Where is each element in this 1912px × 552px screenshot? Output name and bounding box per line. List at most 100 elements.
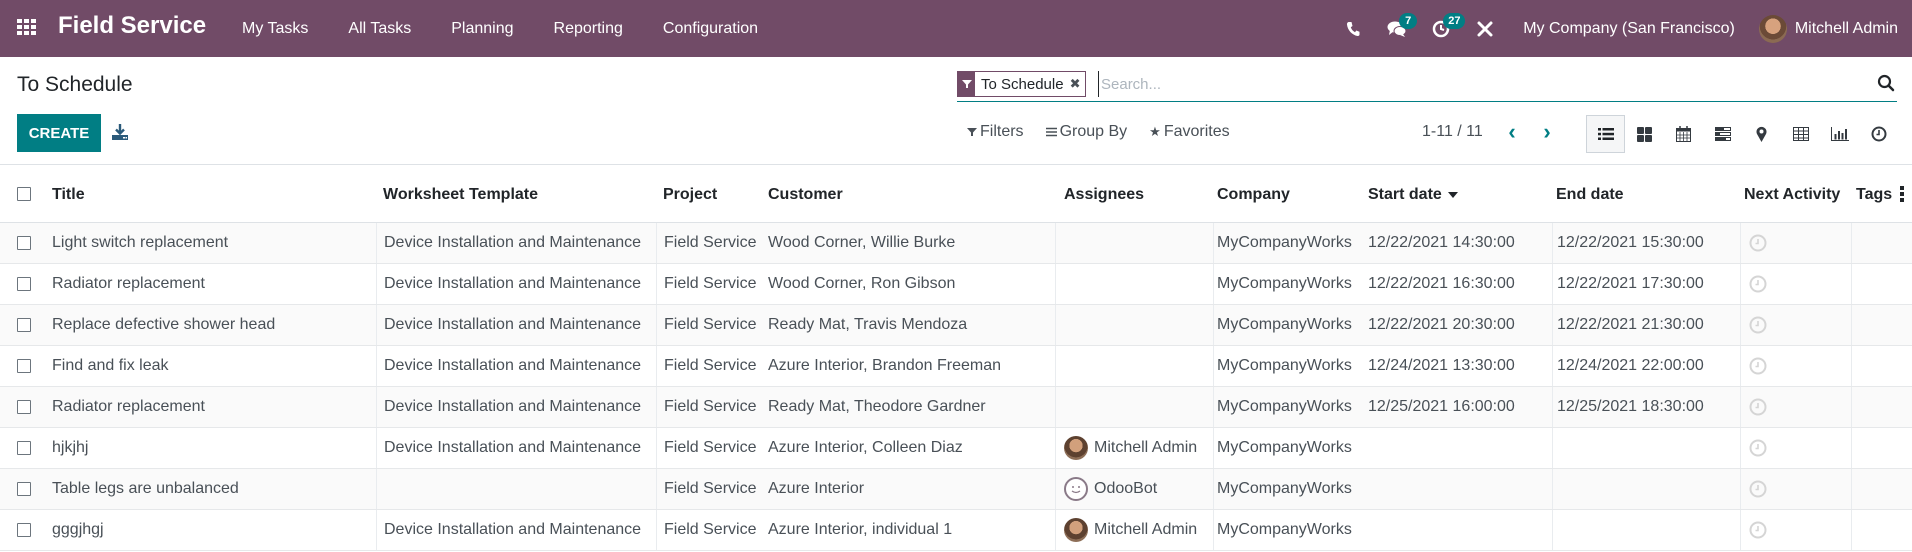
calendar-view-icon[interactable] (1664, 115, 1703, 153)
column-divider (376, 305, 377, 345)
table-row[interactable]: Table legs are unbalanced Field Service … (0, 469, 1912, 510)
cell-title: Light switch replacement (52, 234, 229, 251)
select-all-checkbox[interactable] (17, 187, 31, 201)
messaging-icon[interactable]: 7 (1375, 0, 1419, 57)
column-divider (1740, 305, 1741, 345)
table-row[interactable]: Radiator replacement Device Installation… (0, 264, 1912, 305)
pivot-view-icon[interactable] (1781, 115, 1820, 153)
column-divider (1851, 510, 1852, 550)
activity-clock-icon[interactable] (1749, 480, 1767, 498)
menu-planning[interactable]: Planning (431, 0, 533, 57)
row-checkbox[interactable] (17, 318, 31, 332)
column-header-customer[interactable]: Customer (768, 166, 843, 223)
row-checkbox[interactable] (17, 359, 31, 373)
column-divider (1213, 510, 1214, 550)
row-checkbox[interactable] (17, 236, 31, 250)
activities-clock-icon[interactable]: 27 (1419, 0, 1466, 57)
cell-start-date: 12/25/2021 16:00:00 (1368, 398, 1515, 415)
column-header-company[interactable]: Company (1217, 166, 1290, 223)
favorites-button[interactable]: ★ Favorites (1149, 123, 1229, 141)
menu-reporting[interactable]: Reporting (534, 0, 643, 57)
phone-icon[interactable] (1331, 0, 1375, 57)
cell-title: Radiator replacement (52, 275, 205, 292)
table-row[interactable]: Replace defective shower head Device Ins… (0, 305, 1912, 346)
table-body: Light switch replacement Device Installa… (0, 223, 1912, 551)
facet-remove-icon[interactable]: ✖ (1070, 76, 1086, 92)
cell-customer: Azure Interior, Brandon Freeman (768, 357, 1002, 374)
star-icon: ★ (1149, 124, 1161, 139)
app-name[interactable]: Field Service (58, 12, 206, 40)
sort-descending-icon (1447, 191, 1458, 198)
filters-button[interactable]: Filters (967, 123, 1024, 141)
column-divider (1740, 223, 1741, 263)
activity-clock-icon[interactable] (1749, 357, 1767, 375)
cell-assignees (1064, 305, 1214, 345)
facet-label: To Schedule (981, 75, 1064, 93)
column-divider (1213, 387, 1214, 427)
tools-icon[interactable] (1463, 0, 1507, 57)
column-divider (1055, 510, 1056, 550)
column-header-end-date[interactable]: End date (1556, 166, 1624, 223)
column-divider (1552, 305, 1553, 345)
tasks-list-table: Title Worksheet Template Project Custome… (0, 166, 1912, 551)
column-header-next-activity[interactable]: Next Activity (1744, 166, 1840, 223)
row-checkbox[interactable] (17, 441, 31, 455)
table-row[interactable]: gggjhgj Device Installation and Maintena… (0, 510, 1912, 551)
column-header-assignees[interactable]: Assignees (1064, 166, 1144, 223)
row-checkbox[interactable] (17, 277, 31, 291)
activity-clock-icon[interactable] (1749, 439, 1767, 457)
search-input[interactable] (1098, 71, 1818, 97)
cell-project: Field Service (664, 480, 757, 497)
table-row[interactable]: hjkjhj Device Installation and Maintenan… (0, 428, 1912, 469)
cell-end-date (1557, 428, 1737, 468)
cell-title: hjkjhj (52, 439, 89, 456)
cell-end-date: 12/24/2021 22:00:00 (1557, 357, 1704, 374)
kanban-view-icon[interactable] (1625, 115, 1664, 153)
pager-next-icon[interactable]: › (1536, 121, 1558, 143)
row-checkbox[interactable] (17, 482, 31, 496)
search-icon[interactable] (1877, 74, 1897, 94)
user-menu[interactable]: Mitchell Admin (1758, 14, 1912, 43)
graph-view-icon[interactable] (1820, 115, 1859, 153)
user-avatar (1064, 436, 1088, 460)
table-row[interactable]: Light switch replacement Device Installa… (0, 223, 1912, 264)
column-header-project[interactable]: Project (663, 166, 717, 223)
column-header-start-date[interactable]: Start date (1368, 166, 1458, 223)
column-divider (1552, 510, 1553, 550)
cell-project: Field Service (664, 275, 757, 292)
cell-end-date: 12/25/2021 18:30:00 (1557, 398, 1704, 415)
activity-clock-icon[interactable] (1749, 398, 1767, 416)
row-checkbox[interactable] (17, 400, 31, 414)
column-divider (1552, 428, 1553, 468)
export-download-icon[interactable] (111, 123, 131, 143)
table-row[interactable]: Radiator replacement Device Installation… (0, 387, 1912, 428)
column-header-worksheet-template[interactable]: Worksheet Template (383, 166, 538, 223)
company-switcher[interactable]: My Company (San Francisco) (1507, 20, 1759, 38)
column-divider (656, 387, 657, 427)
assignee-name: OdooBot (1094, 480, 1158, 497)
activity-clock-icon[interactable] (1749, 275, 1767, 293)
pager-previous-icon[interactable]: ‹ (1501, 121, 1523, 143)
activity-clock-icon[interactable] (1749, 316, 1767, 334)
gantt-view-icon[interactable] (1703, 115, 1742, 153)
menu-configuration[interactable]: Configuration (643, 0, 778, 57)
column-divider (656, 428, 657, 468)
column-header-tags[interactable]: Tags (1856, 166, 1892, 223)
optional-columns-toggle-icon[interactable] (1900, 186, 1904, 202)
activity-clock-icon[interactable] (1749, 234, 1767, 252)
table-row[interactable]: Find and fix leak Device Installation an… (0, 346, 1912, 387)
menu-my-tasks[interactable]: My Tasks (222, 0, 328, 57)
user-avatar (1064, 518, 1088, 542)
activity-clock-icon[interactable] (1749, 521, 1767, 539)
apps-menu-icon[interactable] (17, 19, 37, 37)
row-checkbox[interactable] (17, 523, 31, 537)
list-view-icon[interactable] (1586, 115, 1625, 153)
map-view-icon[interactable] (1742, 115, 1781, 153)
menu-all-tasks[interactable]: All Tasks (328, 0, 431, 57)
column-header-title[interactable]: Title (52, 166, 85, 223)
group-by-button[interactable]: Group By (1045, 123, 1127, 141)
activity-view-icon[interactable] (1859, 115, 1898, 153)
create-button[interactable]: CREATE (17, 114, 101, 152)
pager-value[interactable]: 1-11 / 11 (1422, 123, 1483, 141)
cell-assignees (1064, 264, 1214, 304)
